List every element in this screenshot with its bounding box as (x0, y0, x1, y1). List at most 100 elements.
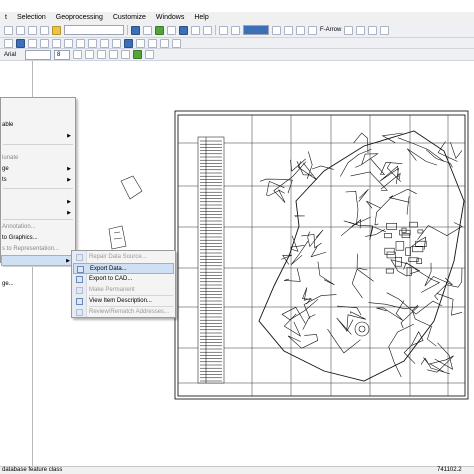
menu-separator (3, 188, 73, 189)
context-menu-item[interactable]: ge... (1, 279, 75, 290)
zoom-out-icon[interactable] (28, 38, 37, 48)
rematch-icon (76, 309, 83, 316)
building-shape (108, 225, 127, 250)
road-segment (450, 142, 463, 160)
menu-separator (89, 295, 173, 296)
context-menu-item[interactable]: to Graphics... (1, 233, 75, 244)
city-block (384, 233, 392, 239)
road-segment (389, 188, 417, 199)
trace-icon[interactable] (308, 25, 317, 35)
menu-item-selection[interactable]: Selection (12, 12, 51, 23)
hyperlink-icon[interactable] (160, 38, 169, 48)
layout-icon[interactable] (272, 25, 281, 35)
road-segment (340, 218, 362, 237)
context-menu-item[interactable]: ▶ (1, 197, 75, 208)
copy-icon[interactable] (4, 25, 13, 35)
menu-separator (3, 219, 73, 220)
full-extent-icon[interactable] (52, 38, 61, 48)
repair-data-source-item[interactable]: Repair Data Source... (73, 252, 174, 263)
marker-color-icon[interactable] (145, 50, 154, 59)
font-color-icon[interactable] (109, 50, 118, 59)
city-block (417, 229, 424, 234)
redo-icon[interactable] (40, 25, 49, 35)
context-menu-item[interactable]: ▶ (1, 208, 75, 219)
grid-icon[interactable] (284, 25, 293, 35)
find-icon[interactable] (136, 38, 145, 48)
fill-color-icon[interactable] (121, 50, 130, 59)
context-menu-item[interactable] (1, 268, 75, 279)
forward-icon[interactable] (88, 38, 97, 48)
color-combo[interactable] (243, 25, 269, 35)
context-menu-item[interactable]: able (1, 120, 75, 131)
road-segment (290, 158, 306, 172)
zoom-in-icon[interactable] (4, 38, 13, 48)
add-data-icon[interactable] (52, 25, 61, 35)
measure-icon[interactable] (148, 38, 157, 48)
undo-icon[interactable] (28, 25, 37, 35)
menu-item-windows[interactable]: Windows (151, 12, 189, 23)
context-menu-item[interactable]: lunate (1, 153, 75, 164)
arrow-icon[interactable] (344, 25, 354, 35)
context-menu-item[interactable]: ▶ (1, 255, 75, 266)
context-menu-item-label: ts (2, 177, 7, 183)
context-menu-item[interactable]: s to Representation... (1, 244, 75, 255)
font-combo[interactable] (25, 49, 51, 60)
menu-item-file-fragment[interactable]: t (0, 12, 12, 23)
back-icon[interactable] (76, 38, 85, 48)
export-icon (77, 266, 84, 273)
clear-selection-icon[interactable] (112, 38, 121, 48)
road-segment (406, 148, 438, 166)
road-segment (436, 293, 463, 316)
export-data-item[interactable]: Export Data... (73, 263, 174, 274)
menu-item-geoprocessing[interactable]: Geoprocessing (51, 12, 108, 23)
font-size-combo[interactable]: 8 (54, 49, 70, 60)
snap-icon[interactable] (296, 25, 305, 35)
context-menu-item[interactable]: ▶ (1, 131, 75, 142)
globe-icon[interactable] (16, 38, 25, 48)
road-segment (284, 268, 301, 282)
table-icon[interactable] (143, 25, 152, 35)
context-menu-item-label: lunate (2, 155, 19, 161)
select-icon[interactable] (231, 25, 240, 35)
bold-icon[interactable] (73, 50, 82, 59)
pan-icon[interactable] (40, 38, 49, 48)
fixed-zoom-icon[interactable] (64, 38, 73, 48)
font-name-combo[interactable]: Arial (4, 52, 22, 58)
road-segment (368, 302, 419, 329)
underline-icon[interactable] (97, 50, 106, 59)
road-network (258, 130, 465, 382)
menu-item-customize[interactable]: Customize (108, 12, 151, 23)
python-icon[interactable] (191, 25, 200, 35)
context-menu-item[interactable]: ts ▶ (1, 175, 75, 186)
arctoolbox-icon[interactable] (179, 25, 188, 35)
submenu-arrow-icon: ▶ (66, 258, 70, 264)
road-segment (366, 200, 381, 209)
menu-item-help[interactable]: Help (189, 12, 213, 23)
context-menu-item[interactable]: Annotation... (1, 222, 75, 233)
draw-icon[interactable] (219, 25, 228, 35)
review-rematch-item[interactable]: Review/Rematch Addresses... (73, 307, 174, 318)
scale-combo[interactable] (64, 25, 124, 35)
catalog-icon[interactable] (155, 25, 164, 35)
model-icon[interactable] (203, 25, 212, 35)
context-menu-item[interactable]: ge ▶ (1, 164, 75, 175)
road-segment (336, 317, 352, 335)
line-icon[interactable] (356, 25, 366, 35)
delete-icon[interactable] (16, 25, 25, 35)
line-color-icon[interactable] (133, 50, 142, 59)
export-to-cad-item[interactable]: Export to CAD... (73, 274, 174, 285)
search-icon[interactable] (167, 25, 176, 35)
polygon-icon[interactable] (368, 25, 378, 35)
road-segment (266, 180, 285, 196)
road-segment (302, 287, 313, 305)
identify-icon[interactable] (124, 38, 133, 48)
editor-icon[interactable] (131, 25, 140, 35)
italic-icon[interactable] (85, 50, 94, 59)
tools-toolbar (0, 38, 474, 49)
select-features-icon[interactable] (100, 38, 109, 48)
html-popup-icon[interactable] (172, 38, 181, 48)
road-segment (283, 313, 302, 337)
city-block (386, 223, 398, 230)
text-icon[interactable] (380, 25, 390, 35)
cad-icon (76, 276, 83, 283)
